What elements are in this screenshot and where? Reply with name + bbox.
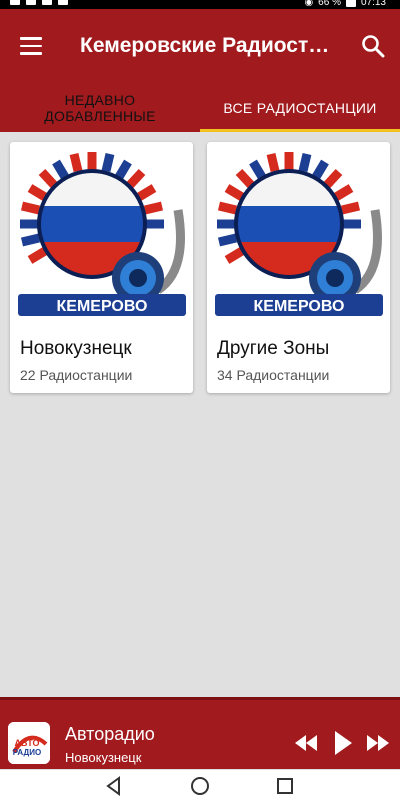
- sim-icon: [10, 0, 20, 5]
- tab-recently-added[interactable]: НЕДАВНО ДОБАВЛЕННЫЕ: [0, 84, 200, 132]
- system-nav-bar: [0, 769, 400, 800]
- status-left-icons: [10, 0, 68, 5]
- page-title: Кемеровские Радиостанции: [80, 34, 335, 57]
- battery-percent: 66 %: [318, 0, 341, 8]
- search-icon[interactable]: [360, 33, 386, 59]
- rewind-icon[interactable]: [294, 732, 318, 754]
- hamburger-line: [20, 44, 42, 48]
- mini-player[interactable]: АВТО РАДИО Авторадио Новокузнецк: [0, 697, 400, 769]
- wifi-icon: [42, 0, 52, 5]
- card-title: Другие Зоны: [217, 338, 330, 359]
- card-title: Новокузнецк: [20, 338, 132, 359]
- now-playing-station: Авторадио: [65, 724, 155, 744]
- region-badge: КЕМЕРОВО: [254, 298, 345, 315]
- region-badge: КЕМЕРОВО: [57, 298, 148, 315]
- status-right: ◉ 66 % 07:13: [304, 0, 386, 8]
- avtoradio-logo: АВТО РАДИО: [8, 722, 50, 764]
- tab-all-stations[interactable]: ВСЕ РАДИОСТАНЦИИ: [200, 84, 400, 132]
- play-icon[interactable]: [333, 729, 353, 757]
- region-card-novokuznetsk[interactable]: КЕМЕРОВО Новокузнецк 22 Радиостанции: [10, 142, 193, 393]
- signal-icon: [26, 0, 36, 5]
- now-playing-location: Новокузнецк: [65, 750, 142, 765]
- logo-text: РАДИО: [13, 748, 41, 757]
- tab-bar: НЕДАВНО ДОБАВЛЕННЫЕ ВСЕ РАДИОСТАНЦИИ: [0, 84, 400, 132]
- region-card-other-zones[interactable]: КЕМЕРОВО Другие Зоны 34 Радиостанции: [207, 142, 390, 393]
- recents-icon[interactable]: [273, 774, 297, 798]
- hamburger-menu-icon: [20, 37, 42, 40]
- region-artwork: КЕМЕРОВО: [215, 150, 383, 316]
- notification-icon: [58, 0, 68, 5]
- card-station-count: 34 Радиостанции: [217, 367, 330, 383]
- card-station-count: 22 Радиостанции: [20, 367, 133, 383]
- menu-button[interactable]: [14, 31, 48, 61]
- hamburger-line: [20, 52, 42, 55]
- eye-icon: ◉: [304, 0, 314, 8]
- logo-text: АВТО: [15, 738, 40, 748]
- fast-forward-icon[interactable]: [366, 732, 390, 754]
- battery-icon: [345, 0, 356, 7]
- clock: 07:13: [360, 0, 386, 8]
- back-icon[interactable]: [102, 774, 126, 798]
- tab-label: НЕДАВНО ДОБАВЛЕННЫЕ: [44, 92, 156, 124]
- status-bar: ◉ 66 % 07:13: [0, 0, 400, 9]
- region-grid: КЕМЕРОВО Новокузнецк 22 Радиостанции КЕМ…: [10, 142, 390, 393]
- tab-label: ВСЕ РАДИОСТАНЦИИ: [223, 100, 377, 116]
- home-icon[interactable]: [188, 774, 212, 798]
- region-artwork: КЕМЕРОВО: [18, 150, 186, 316]
- app-bar: Кемеровские Радиостанции: [0, 9, 400, 84]
